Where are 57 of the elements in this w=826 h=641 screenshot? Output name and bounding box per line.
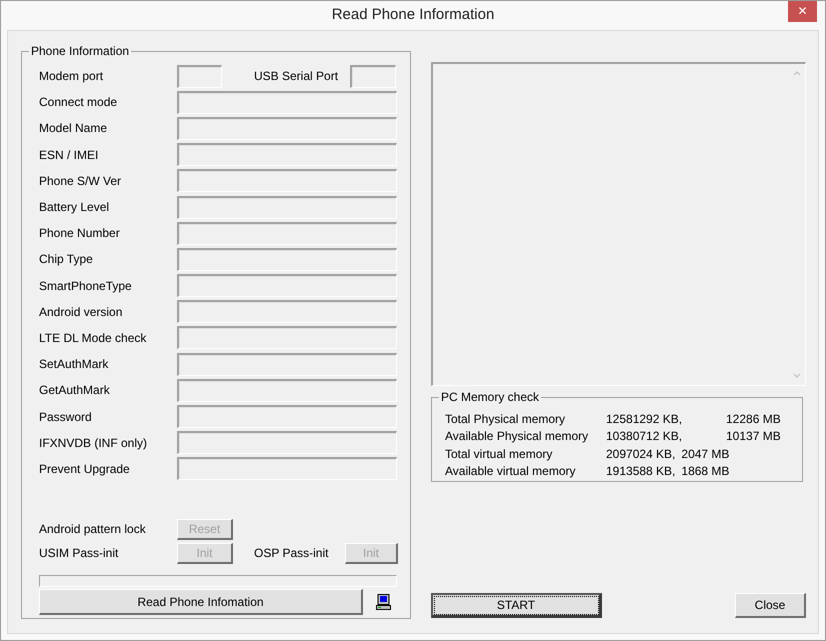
text-field[interactable] xyxy=(177,300,397,324)
start-button[interactable]: START xyxy=(431,593,602,618)
field-label: Phone Number xyxy=(39,225,121,242)
field-label: GetAuthMark xyxy=(39,382,111,400)
field-label: Phone S/W Ver xyxy=(39,172,122,190)
memory-kb-value: 12581292 KB, xyxy=(606,410,684,428)
field-label: Modem port xyxy=(39,68,104,86)
memory-label: Total virtual memory xyxy=(445,446,554,463)
close-button[interactable]: Close xyxy=(735,593,806,618)
text-field[interactable] xyxy=(177,431,397,454)
memory-label: Available virtual memory xyxy=(445,463,576,480)
group-title: PC Memory check xyxy=(439,390,542,404)
memory-kb-value: 1913588 KB, xyxy=(606,463,676,480)
field-label: Connect mode xyxy=(39,94,118,112)
text-field[interactable] xyxy=(177,378,397,402)
group-title: Phone Information xyxy=(29,44,132,58)
text-field[interactable] xyxy=(177,196,397,219)
field-label: Battery Level xyxy=(39,199,110,216)
field-label: Android pattern lock xyxy=(39,521,147,538)
field-label: ESN / IMEI xyxy=(39,146,100,164)
text-field[interactable] xyxy=(177,352,397,376)
window-title: Read Phone Information xyxy=(332,5,494,26)
close-button[interactable]: ✕ xyxy=(788,1,817,22)
memory-label: Total Physical memory xyxy=(445,410,566,428)
memory-mb-value: 12286 MB xyxy=(726,410,781,428)
modem-port-field[interactable] xyxy=(177,64,222,88)
field-label: Chip Type xyxy=(39,251,94,268)
field-label: LTE DL Mode check xyxy=(39,330,148,347)
text-field[interactable] xyxy=(177,116,397,140)
field-label: IFXNVDB (INF only) xyxy=(39,434,148,452)
text-field[interactable] xyxy=(177,326,397,350)
text-field[interactable] xyxy=(177,274,397,298)
field-label: Prevent Upgrade xyxy=(39,460,131,478)
field-label: SmartPhoneType xyxy=(39,278,133,295)
memory-mb-value: 1868 MB xyxy=(681,463,730,480)
memory-kb-value: 10380712 KB, xyxy=(606,428,684,446)
usb-port-field[interactable] xyxy=(350,64,396,88)
text-field[interactable] xyxy=(177,143,397,166)
read-phone-button[interactable]: Read Phone Infomation xyxy=(39,589,363,615)
text-field[interactable] xyxy=(177,169,397,192)
computer-icon xyxy=(376,594,391,610)
memory-kb-value: 2097024 KB, xyxy=(606,446,676,463)
field-label: Android version xyxy=(39,304,124,321)
text-field[interactable] xyxy=(177,248,397,271)
text-field[interactable] xyxy=(177,222,397,245)
field-label: Password xyxy=(39,408,93,426)
text-field[interactable] xyxy=(177,90,397,114)
field-label: USIM Pass-init xyxy=(39,545,120,562)
memory-label: Available Physical memory xyxy=(445,428,590,446)
text-field[interactable] xyxy=(177,457,397,480)
field-label: Model Name xyxy=(39,120,108,138)
field-label: OSP Pass-init xyxy=(254,545,330,562)
field-label: USB Serial Port xyxy=(254,68,340,86)
field-label: SetAuthMark xyxy=(39,356,110,374)
memory-mb-value: 10137 MB xyxy=(726,428,781,446)
memory-mb-value: 2047 MB xyxy=(681,446,730,463)
text-field[interactable] xyxy=(177,405,397,428)
